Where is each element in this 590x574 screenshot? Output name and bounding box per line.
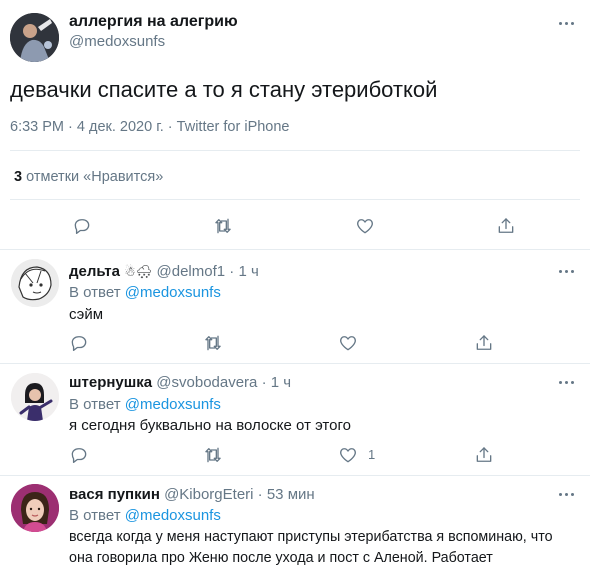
meta-separator: · [68,119,73,135]
reply-icon[interactable] [67,331,91,355]
divider [0,475,590,476]
reply-author-name[interactable]: штернушка [69,374,152,391]
meta-separator: · [167,119,173,135]
reply-prefix: В ответ [69,284,121,301]
reply-prefix: В ответ [69,507,121,524]
tweet-text: девачки спасите а то я стану этериботкой [10,77,438,102]
divider [10,150,580,151]
reply-author-handle[interactable]: @svobodavera [156,374,257,391]
share-icon[interactable] [472,331,496,355]
reply-context: В ответ @medoxsunfs [69,284,221,301]
like-count: 1 [368,447,376,462]
retweet-icon[interactable] [211,214,235,238]
reply-author-name[interactable]: вася пупкин [69,486,160,503]
reply-time[interactable]: 53 мин [267,486,315,503]
name-emoji: ☃🌨 [124,264,153,279]
reply-text: я сегодня буквально на волоске от этого [69,417,351,434]
reply-prefix: В ответ [69,396,121,413]
reply-context: В ответ @medoxsunfs [69,396,221,413]
tweet-source[interactable]: Twitter for iPhone [177,119,290,135]
author-avatar[interactable] [10,13,59,62]
reply-author-name[interactable]: дельта [69,263,120,280]
like-icon[interactable] [336,331,360,355]
reply-time[interactable]: 1 ч [271,374,291,391]
reply-context: В ответ @medoxsunfs [69,507,221,524]
reply-header: штернушка @svobodavera · 1 ч [69,374,291,391]
retweet-icon[interactable] [201,443,225,467]
author-handle[interactable]: @medoxsunfs [69,33,165,50]
reply-time[interactable]: 1 ч [238,263,258,280]
meta-separator: · [257,486,263,503]
reply-icon[interactable] [67,443,91,467]
reply-icon[interactable] [70,214,94,238]
reply-author-handle[interactable]: @delmof1 [157,263,226,280]
reply-mention-link[interactable]: @medoxsunfs [125,507,221,524]
tweet-meta: 6:33 PM · 4 дек. 2020 г. · Twitter for i… [10,119,290,135]
like-icon[interactable] [336,443,360,467]
reply-text-line: она говорила про Женю после ухода и пост… [69,550,493,566]
reply-text-line: всегда когда у меня наступают приступы э… [69,529,553,545]
reply-header: вася пупкин @KiborgEteri · 53 мин [69,486,315,503]
reply-avatar[interactable] [11,259,59,307]
retweet-icon[interactable] [201,331,225,355]
reply-header: дельта ☃🌨 @delmof1 · 1 ч [69,263,259,280]
author-name[interactable]: аллергия на алегрию [69,13,238,31]
meta-separator: · [261,374,267,391]
share-icon[interactable] [472,443,496,467]
reply-text: сэйм [69,306,104,323]
more-icon[interactable] [556,490,576,498]
more-icon[interactable] [556,19,576,27]
divider [0,249,590,250]
more-icon[interactable] [556,378,576,386]
divider [10,199,580,200]
share-icon[interactable] [494,214,518,238]
likes-count: 3 [14,169,23,185]
likes-stat[interactable]: 3 отметки «Нравится» [14,169,163,185]
reply-avatar[interactable] [11,484,59,532]
tweet-time[interactable]: 6:33 PM [10,119,64,135]
more-icon[interactable] [556,267,576,275]
likes-label: отметки «Нравится» [26,169,164,185]
reply-avatar[interactable] [11,373,59,421]
reply-author-handle[interactable]: @KiborgEteri [164,486,253,503]
reply-mention-link[interactable]: @medoxsunfs [125,284,221,301]
like-icon[interactable] [353,214,377,238]
divider [0,363,590,364]
meta-separator: · [229,263,235,280]
tweet-date[interactable]: 4 дек. 2020 г. [77,119,164,135]
reply-mention-link[interactable]: @medoxsunfs [125,396,221,413]
